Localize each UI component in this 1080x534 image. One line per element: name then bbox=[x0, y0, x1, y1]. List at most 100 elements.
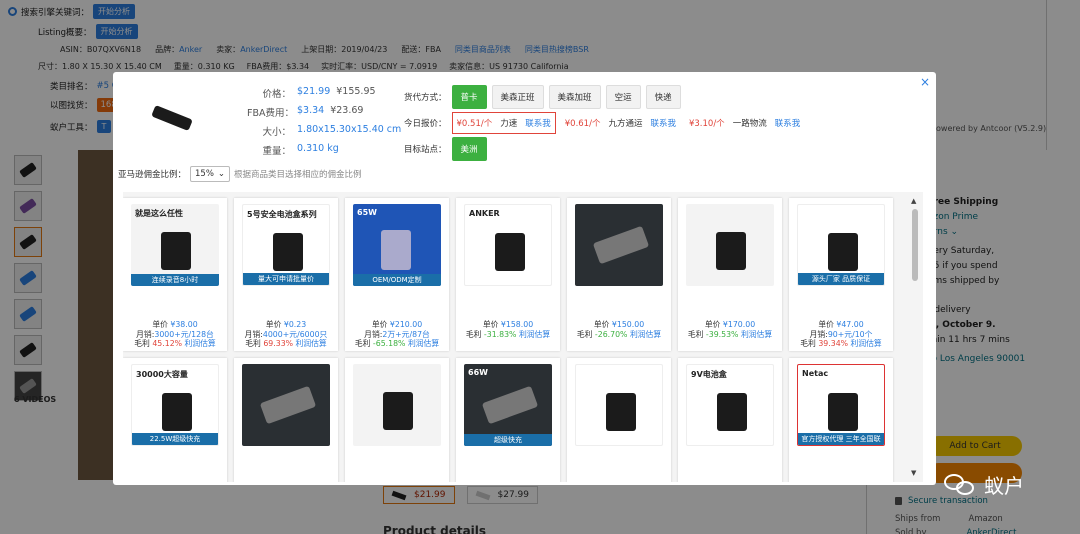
quote-name: 力速 bbox=[500, 119, 518, 129]
product-image[interactable]: 66W 超级快充 bbox=[464, 364, 552, 446]
image-strip bbox=[242, 434, 330, 446]
sourcing-modal: × 价格： $21.99 ¥155.95 FBA费用： $3.34 ¥23.69… bbox=[113, 72, 936, 485]
product-image[interactable] bbox=[242, 364, 330, 446]
product-meta: 单价 ¥210.00 月销:2万+元/87台 毛利 -65.18% 利润估算 bbox=[345, 320, 449, 349]
profit-estimate-link[interactable]: 利润估算 bbox=[630, 330, 661, 339]
product-image[interactable] bbox=[575, 204, 663, 286]
quote-item[interactable]: ¥0.61/个 九方通运 联系我 bbox=[561, 113, 680, 133]
product-card[interactable]: 就是这么任性 连续录音8小时 单价 ¥38.00 月销:3000+元/128台 毛利 4… bbox=[123, 198, 227, 351]
ship-option-express[interactable]: 快递 bbox=[645, 85, 681, 109]
product-thumbnail bbox=[146, 100, 194, 140]
product-card[interactable]: 30000大容量 22.5W超级快充 bbox=[123, 358, 227, 482]
size-value: 1.80x15.30x15.40 cm bbox=[297, 124, 402, 135]
fba-row: FBA费用： $3.34 ¥23.69 bbox=[247, 105, 363, 119]
product-card[interactable]: 单价 ¥170.00 毛利 -39.53% 利润估算 bbox=[678, 198, 782, 351]
fba-cny: ¥23.69 bbox=[330, 105, 364, 116]
margin-label: 毛利 bbox=[465, 329, 482, 339]
grid-scrollbar[interactable]: ▲ ▼ bbox=[910, 197, 920, 477]
image-strip: 官方授权代理 三年全国联保 bbox=[798, 433, 884, 445]
profit-estimate-link[interactable]: 利润估算 bbox=[185, 339, 216, 348]
margin-value: 69.33% bbox=[263, 339, 294, 348]
price-label: 价格： bbox=[262, 89, 291, 100]
product-image[interactable]: 65W OEM/ODM定制 bbox=[353, 204, 441, 286]
image-strip: 22.5W超级快充 bbox=[132, 433, 218, 445]
image-strip bbox=[353, 434, 441, 446]
product-image[interactable]: Netac 官方授权代理 三年全国联保 bbox=[797, 364, 885, 446]
product-card[interactable]: 单价 ¥150.00 毛利 -26.70% 利润估算 bbox=[567, 198, 671, 351]
weight-row: 重量： 0.310 kg bbox=[247, 143, 339, 157]
chevron-down-icon: ⌄ bbox=[217, 169, 226, 179]
product-card[interactable]: 9V电池盒 bbox=[678, 358, 782, 482]
unit-price: ¥210.00 bbox=[389, 320, 423, 329]
image-strip bbox=[686, 274, 774, 286]
profit-estimate-link[interactable]: 利润估算 bbox=[296, 339, 327, 348]
image-strip: 超级快充 bbox=[464, 434, 552, 446]
product-card[interactable] bbox=[234, 358, 338, 482]
monthly-sales: 90+元/10个 bbox=[827, 329, 873, 339]
product-card[interactable]: 5号安全电池盒系列 量大可申请批量价 单价 ¥0.23 月销:4000+元/6000只… bbox=[234, 198, 338, 351]
monthly-sales: 3000+元/128台 bbox=[154, 329, 214, 339]
product-card[interactable]: Netac 官方授权代理 三年全国联保 bbox=[789, 358, 893, 482]
image-title: 65W bbox=[357, 208, 377, 217]
product-card[interactable]: 65W OEM/ODM定制单价 ¥210.00 月销:2万+元/87台 毛利 -65.… bbox=[345, 198, 449, 351]
product-image[interactable]: 源头厂家 品质保证 bbox=[797, 204, 885, 286]
price-cny: ¥155.95 bbox=[336, 86, 376, 97]
margin-label: 毛利 bbox=[687, 329, 704, 339]
commission-row: 亚马逊佣金比例： 15% ⌄ 根据商品类目选择相应的佣金比例 bbox=[118, 166, 362, 182]
margin-value: 45.12% bbox=[152, 339, 183, 348]
ship-option-matson[interactable]: 美森正班 bbox=[491, 85, 544, 109]
product-image[interactable] bbox=[353, 364, 441, 446]
unit-price: ¥170.00 bbox=[722, 320, 756, 329]
margin-value: 39.34% bbox=[818, 339, 849, 348]
product-meta: 单价 ¥47.00 月销:90+元/10个 毛利 39.34% 利润估算 bbox=[789, 320, 893, 349]
product-image[interactable]: ANKER bbox=[464, 204, 552, 286]
scroll-thumb[interactable] bbox=[912, 209, 918, 281]
weight-value: 0.310 kg bbox=[297, 143, 339, 154]
product-card[interactable] bbox=[345, 358, 449, 482]
unit-label: 单价 bbox=[152, 320, 168, 329]
ship-option-truck[interactable]: 普卡 bbox=[451, 85, 487, 109]
quote-contact-link[interactable]: 联系我 bbox=[775, 117, 801, 129]
quote-item[interactable]: ¥0.51/个 力速 联系我 bbox=[451, 112, 556, 134]
product-image[interactable]: 30000大容量 22.5W超级快充 bbox=[131, 364, 219, 446]
image-strip bbox=[575, 274, 663, 286]
quote-price: ¥0.61/个 bbox=[564, 119, 601, 129]
margin-label: 毛利 bbox=[800, 339, 816, 348]
product-image[interactable]: 就是这么任性 连续录音8小时 bbox=[131, 204, 219, 286]
image-strip: 量大可申请批量价 bbox=[243, 273, 329, 285]
product-grid: 就是这么任性 连续录音8小时 单价 ¥38.00 月销:3000+元/128台 毛利 4… bbox=[123, 192, 923, 482]
product-card[interactable] bbox=[567, 358, 671, 482]
profit-estimate-link[interactable]: 利润估算 bbox=[519, 330, 550, 339]
dest-option-america[interactable]: 美洲 bbox=[451, 137, 487, 161]
unit-price: ¥47.00 bbox=[836, 320, 864, 329]
size-row: 大小： 1.80x15.30x15.40 cm bbox=[247, 124, 401, 138]
quote-contact-link[interactable]: 联系我 bbox=[525, 117, 551, 129]
quote-contact-link[interactable]: 联系我 bbox=[650, 117, 676, 129]
profit-estimate-link[interactable]: 利润估算 bbox=[741, 330, 772, 339]
close-icon[interactable]: × bbox=[920, 75, 930, 89]
product-image[interactable] bbox=[575, 364, 663, 446]
product-card[interactable]: ANKER 单价 ¥158.00 毛利 -31.83% 利润估算 bbox=[456, 198, 560, 351]
product-card[interactable]: 源头厂家 品质保证 单价 ¥47.00 月销:90+元/10个 毛利 39.34% 利… bbox=[789, 198, 893, 351]
product-card[interactable]: 66W 超级快充 bbox=[456, 358, 560, 482]
fba-label: FBA费用： bbox=[247, 108, 294, 119]
ship-option-air[interactable]: 空运 bbox=[605, 85, 641, 109]
image-strip bbox=[687, 433, 773, 445]
scroll-down-icon[interactable]: ▼ bbox=[911, 469, 916, 477]
product-image[interactable]: 5号安全电池盒系列量大可申请批量价 bbox=[242, 204, 330, 286]
scroll-up-icon[interactable]: ▲ bbox=[911, 197, 916, 205]
sales-label: 月销: bbox=[809, 329, 828, 339]
profit-estimate-link[interactable]: 利润估算 bbox=[408, 339, 439, 348]
quote-item[interactable]: ¥3.10/个 一路物流 联系我 bbox=[685, 113, 804, 133]
margin-label: 毛利 bbox=[245, 339, 261, 348]
price-row: 价格： $21.99 ¥155.95 bbox=[247, 86, 376, 100]
margin-value: -31.83% bbox=[483, 329, 517, 339]
image-title: 5号安全电池盒系列 bbox=[247, 210, 317, 219]
product-image[interactable] bbox=[686, 204, 774, 286]
quote-name: 九方通运 bbox=[608, 119, 643, 129]
product-image[interactable]: 9V电池盒 bbox=[686, 364, 774, 446]
ship-option-matson-extra[interactable]: 美森加班 bbox=[548, 85, 601, 109]
commission-hint: 根据商品类目选择相应的佣金比例 bbox=[234, 170, 362, 180]
profit-estimate-link[interactable]: 利润估算 bbox=[851, 339, 882, 348]
commission-select[interactable]: 15% ⌄ bbox=[190, 166, 231, 182]
